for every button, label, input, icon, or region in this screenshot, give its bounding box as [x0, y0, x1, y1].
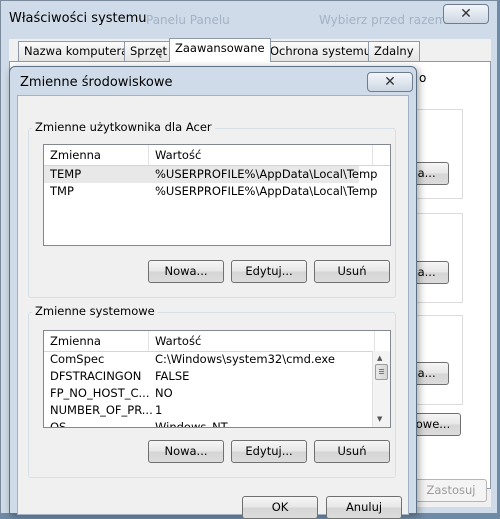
cancel-button[interactable]: Anuluj	[326, 496, 402, 519]
user-edit-button[interactable]: Edytuj...	[231, 260, 307, 283]
list-header: Zmienna Wartość	[44, 331, 390, 352]
variable-value: C:\Windows\system32\cmd.exe	[155, 352, 335, 366]
system-delete-button[interactable]: Usuń	[314, 440, 390, 463]
close-icon: ✕	[460, 6, 472, 22]
close-icon: ✕	[384, 74, 396, 90]
ghost-background-text-2: Wybierz przed razem	[319, 13, 447, 27]
scroll-up-arrow-icon[interactable]: ▲	[377, 354, 382, 362]
system-edit-button[interactable]: Edytuj...	[231, 440, 307, 463]
ghost-background-text: Panelu Panelu	[146, 13, 230, 27]
tab-remote[interactable]: Zdalny	[368, 41, 420, 61]
variable-name: ComSpec	[50, 352, 105, 366]
peek-group-1	[413, 109, 463, 199]
close-button[interactable]: ✕	[443, 4, 489, 24]
user-variables-list[interactable]: Zmienna Wartość TEMP %USERPROFILE%\AppDa…	[43, 144, 391, 246]
column-header-variable[interactable]: Zmienna	[44, 145, 149, 165]
variable-name: TEMP	[50, 167, 82, 181]
variable-name: NUMBER_OF_PR...	[50, 403, 153, 417]
user-new-button[interactable]: Nowa...	[148, 260, 224, 283]
dialog-body: Zmienne użytkownika dla Acer Zmienna War…	[17, 95, 409, 519]
variable-name: DFSTRACINGON	[50, 369, 142, 383]
tab-computer-name[interactable]: Nazwa komputera	[18, 41, 135, 61]
ok-button[interactable]: OK	[242, 496, 318, 519]
variable-name: OS	[50, 420, 67, 428]
peek-group-2	[413, 213, 463, 303]
tab-hardware[interactable]: Sprzęt	[124, 41, 173, 61]
dialog-title: Zmienne środowiskowe	[20, 75, 173, 90]
dialog-close-button[interactable]: ✕	[367, 72, 413, 92]
column-header-variable[interactable]: Zmienna	[44, 331, 149, 351]
variable-value: Windows_NT	[155, 420, 228, 428]
peek-group-3	[413, 315, 463, 405]
variable-name: FP_NO_HOST_C...	[50, 386, 150, 400]
column-header-value[interactable]: Wartość	[149, 331, 375, 351]
peek-text: o	[419, 71, 427, 85]
variable-value: %USERPROFILE%\AppData\Local\Temp	[155, 184, 378, 198]
scroll-down-arrow-icon[interactable]: ▼	[377, 415, 382, 423]
scroll-thumb[interactable]	[375, 364, 388, 380]
system-variables-label: Zmienne systemowe	[32, 304, 158, 318]
list-item[interactable]: TEMP %USERPROFILE%\AppData\Local\Temp	[44, 166, 378, 183]
list-item[interactable]: TMP %USERPROFILE%\AppData\Local\Temp	[44, 183, 378, 200]
column-header-value[interactable]: Wartość	[149, 145, 373, 165]
variable-value: 1	[155, 403, 163, 417]
tab-system-protection[interactable]: Ochrona systemu	[264, 41, 378, 61]
user-variables-label: Zmienne użytkownika dla Acer	[32, 120, 215, 134]
variable-value: %USERPROFILE%\AppData\Local\Temp	[155, 167, 378, 181]
system-new-button[interactable]: Nowa...	[148, 440, 224, 463]
apply-button[interactable]: Zastosuj	[415, 479, 487, 502]
user-delete-button[interactable]: Usuń	[314, 260, 390, 283]
variable-value: FALSE	[155, 369, 190, 383]
environment-variables-dialog: Zmienne środowiskowe ✕ Zmienne użytkowni…	[9, 66, 417, 519]
window-title: Właściwości systemu	[9, 11, 147, 26]
list-header: Zmienna Wartość	[44, 145, 390, 166]
variable-value: NO	[155, 386, 173, 400]
tab-advanced[interactable]: Zaawansowane	[169, 38, 271, 62]
variable-name: TMP	[50, 184, 74, 198]
vertical-scrollbar[interactable]: ▲ ▼	[372, 351, 390, 427]
system-variables-list[interactable]: Zmienna Wartość ComSpec C:\Windows\syste…	[43, 330, 391, 428]
